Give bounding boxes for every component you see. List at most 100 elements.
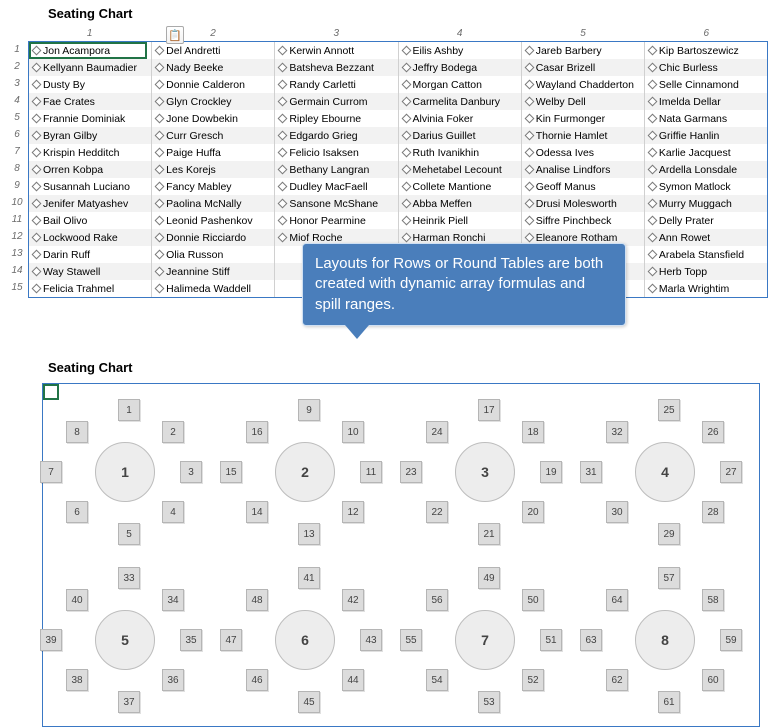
seat-square[interactable]: 46 — [246, 669, 268, 691]
seat-cell[interactable]: Morgan Catton — [399, 76, 522, 93]
seat-square[interactable]: 47 — [220, 629, 242, 651]
seat-cell[interactable]: Kip Bartoszewicz — [645, 42, 767, 59]
seat-square[interactable]: 9 — [298, 399, 320, 421]
seat-cell[interactable]: Geoff Manus — [522, 178, 645, 195]
seat-square[interactable]: 28 — [702, 501, 724, 523]
seat-cell[interactable]: Abba Meffen — [399, 195, 522, 212]
seat-square[interactable]: 24 — [426, 421, 448, 443]
seat-cell[interactable]: Donnie Calderon — [152, 76, 275, 93]
seat-square[interactable]: 38 — [66, 669, 88, 691]
seat-square[interactable]: 40 — [66, 589, 88, 611]
seat-cell[interactable]: Germain Currom — [275, 93, 398, 110]
seat-cell[interactable]: Kin Furmonger — [522, 110, 645, 127]
seat-cell[interactable]: Les Korejs — [152, 161, 275, 178]
seat-square[interactable]: 64 — [606, 589, 628, 611]
seat-square[interactable]: 49 — [478, 567, 500, 589]
seat-square[interactable]: 25 — [658, 399, 680, 421]
seat-cell[interactable]: Jon Acampora — [29, 42, 152, 59]
seat-square[interactable]: 54 — [426, 669, 448, 691]
seat-square[interactable]: 63 — [580, 629, 602, 651]
seat-square[interactable]: 2 — [162, 421, 184, 443]
seat-square[interactable]: 41 — [298, 567, 320, 589]
seat-cell[interactable]: Alvinia Foker — [399, 110, 522, 127]
seat-cell[interactable]: Arabela Stansfield — [645, 246, 767, 263]
seat-square[interactable]: 55 — [400, 629, 422, 651]
seat-square[interactable]: 56 — [426, 589, 448, 611]
seat-square[interactable]: 15 — [220, 461, 242, 483]
seat-cell[interactable]: Susannah Luciano — [29, 178, 152, 195]
seat-square[interactable]: 50 — [522, 589, 544, 611]
table-circle[interactable]: 4 — [635, 442, 695, 502]
seat-cell[interactable]: Donnie Ricciardo — [152, 229, 275, 246]
seat-square[interactable]: 10 — [342, 421, 364, 443]
seat-cell[interactable]: Imelda Dellar — [645, 93, 767, 110]
seat-square[interactable]: 32 — [606, 421, 628, 443]
seat-cell[interactable]: Paolina McNally — [152, 195, 275, 212]
seat-square[interactable]: 27 — [720, 461, 742, 483]
seat-square[interactable]: 29 — [658, 523, 680, 545]
seat-cell[interactable]: Marla Wrightim — [645, 280, 767, 297]
seat-cell[interactable]: Collete Mantione — [399, 178, 522, 195]
seat-cell[interactable]: Fancy Mabley — [152, 178, 275, 195]
seat-square[interactable]: 13 — [298, 523, 320, 545]
seat-cell[interactable]: Herb Topp — [645, 263, 767, 280]
seat-square[interactable]: 3 — [180, 461, 202, 483]
seat-square[interactable]: 4 — [162, 501, 184, 523]
seat-cell[interactable]: Glyn Crockley — [152, 93, 275, 110]
seat-cell[interactable]: Curr Gresch — [152, 127, 275, 144]
seat-cell[interactable]: Nata Garmans — [645, 110, 767, 127]
seat-cell[interactable]: Felicia Trahmel — [29, 280, 152, 297]
seat-square[interactable]: 33 — [118, 567, 140, 589]
table-circle[interactable]: 3 — [455, 442, 515, 502]
seat-cell[interactable]: Welby Dell — [522, 93, 645, 110]
seat-square[interactable]: 53 — [478, 691, 500, 713]
seat-cell[interactable]: Ruth Ivanikhin — [399, 144, 522, 161]
seat-square[interactable]: 11 — [360, 461, 382, 483]
table-row[interactable]: Bail OlivoLeonid PashenkovHonor Pearmine… — [29, 212, 767, 229]
seat-cell[interactable]: Drusi Molesworth — [522, 195, 645, 212]
seat-square[interactable]: 26 — [702, 421, 724, 443]
seat-cell[interactable]: Lockwood Rake — [29, 229, 152, 246]
seat-cell[interactable]: Edgardo Grieg — [275, 127, 398, 144]
table-row[interactable]: Susannah LucianoFancy MableyDudley MacFa… — [29, 178, 767, 195]
seat-cell[interactable]: Ann Rowet — [645, 229, 767, 246]
seat-cell[interactable]: Nady Beeke — [152, 59, 275, 76]
seat-square[interactable]: 6 — [66, 501, 88, 523]
seat-cell[interactable]: Heinrik Piell — [399, 212, 522, 229]
table-row[interactable]: Krispin HedditchPaige HuffaFelicio Isaks… — [29, 144, 767, 161]
seat-cell[interactable]: Byran Gilby — [29, 127, 152, 144]
table-row[interactable]: Byran GilbyCurr GreschEdgardo GriegDariu… — [29, 127, 767, 144]
table-row[interactable]: Dusty ByDonnie CalderonRandy CarlettiMor… — [29, 76, 767, 93]
seat-cell[interactable]: Delly Prater — [645, 212, 767, 229]
seat-cell[interactable]: Jeffry Bodega — [399, 59, 522, 76]
table-circle[interactable]: 8 — [635, 610, 695, 670]
seat-cell[interactable]: Ardella Lonsdale — [645, 161, 767, 178]
seat-cell[interactable]: Mehetabel Lecount — [399, 161, 522, 178]
table-circle[interactable]: 6 — [275, 610, 335, 670]
seat-cell[interactable]: Symon Matlock — [645, 178, 767, 195]
seat-square[interactable]: 42 — [342, 589, 364, 611]
seat-square[interactable]: 57 — [658, 567, 680, 589]
seat-cell[interactable]: Eilis Ashby — [399, 42, 522, 59]
seat-square[interactable]: 44 — [342, 669, 364, 691]
seat-square[interactable]: 12 — [342, 501, 364, 523]
seat-cell[interactable]: Bethany Langran — [275, 161, 398, 178]
table-circle[interactable]: 7 — [455, 610, 515, 670]
seat-cell[interactable]: Thornie Hamlet — [522, 127, 645, 144]
seat-square[interactable]: 58 — [702, 589, 724, 611]
seat-cell[interactable]: Felicio Isaksen — [275, 144, 398, 161]
table-row[interactable]: Fae CratesGlyn CrockleyGermain CurromCar… — [29, 93, 767, 110]
seat-square[interactable]: 35 — [180, 629, 202, 651]
seat-square[interactable]: 39 — [40, 629, 62, 651]
seat-cell[interactable]: Dudley MacFaell — [275, 178, 398, 195]
seat-cell[interactable]: Honor Pearmine — [275, 212, 398, 229]
seat-cell[interactable]: Randy Carletti — [275, 76, 398, 93]
seat-square[interactable]: 52 — [522, 669, 544, 691]
seat-cell[interactable]: Analise Lindfors — [522, 161, 645, 178]
seat-square[interactable]: 21 — [478, 523, 500, 545]
seat-cell[interactable]: Odessa Ives — [522, 144, 645, 161]
seat-square[interactable]: 16 — [246, 421, 268, 443]
seat-cell[interactable]: Jenifer Matyashev — [29, 195, 152, 212]
seat-cell[interactable]: Frannie Dominiak — [29, 110, 152, 127]
seat-cell[interactable]: Karlie Jacquest — [645, 144, 767, 161]
